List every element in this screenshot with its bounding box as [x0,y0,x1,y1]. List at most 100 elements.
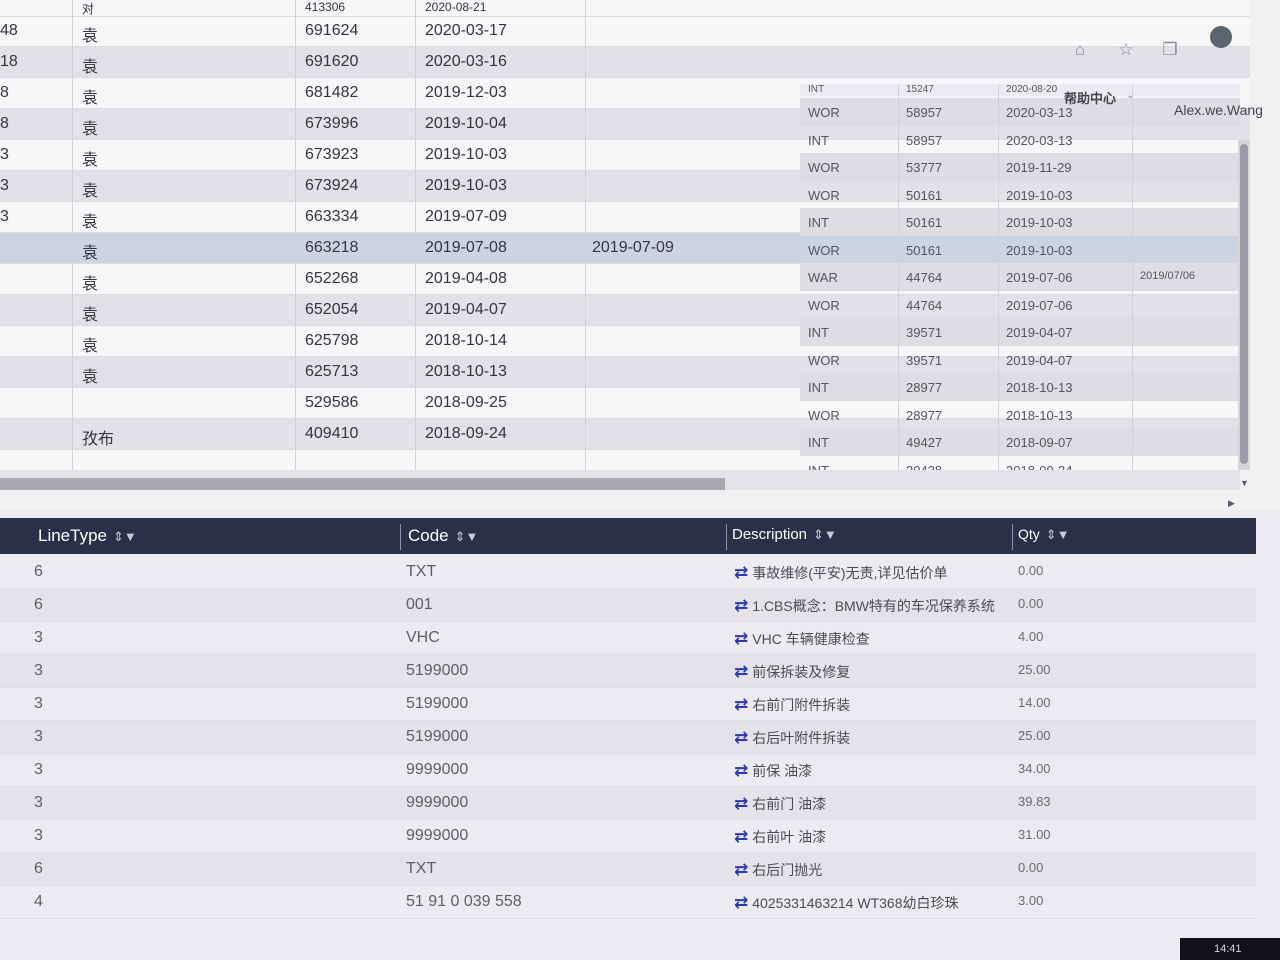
subgrid-row[interactable]: INT 39571 2019-04-07 [800,318,1240,346]
subgrid-row[interactable]: INT 58957 2020-03-13 [800,126,1240,154]
column-divider [295,0,296,470]
history-cell-num: 3 [0,146,9,163]
subgrid-row[interactable]: WOR 44764 2019-07-06 [800,291,1240,319]
history-cell-chr: 袁 [82,307,99,324]
history-row-partial[interactable]: 对 413306 2020-08-21 [0,0,1250,17]
history-cell-num: 8 [0,115,9,132]
swap-arrows-icon[interactable]: ⇄ [734,794,748,813]
column-header-qty[interactable]: Qty ⇕▼ [1018,526,1070,543]
column-header-description[interactable]: Description ⇕▼ [732,526,837,543]
subgrid-cell-d: 2019-07-06 [1006,297,1073,313]
swap-arrows-icon[interactable]: ⇄ [734,860,748,879]
subgrid-row[interactable]: INT 50161 2019-10-03 [800,208,1240,236]
line-row[interactable]: 3 9999000 ⇄ 前保 油漆 34.00 [0,754,1256,787]
vertical-scrollbar[interactable] [1238,140,1250,470]
history-cell: 413306 [305,0,346,14]
history-cell-id: 663334 [305,208,359,225]
column-header-linetype[interactable]: LineType ⇕▼ [38,526,137,546]
history-cell-date: 2019-04-07 [425,301,507,318]
history-cell-num: 48 [0,22,18,39]
line-type-cell: 6 [34,596,43,613]
history-subgrid: INT 15247 2020-08-20 WOR 58957 2020-03-13 I… [800,84,1240,484]
history-cell-id: 625713 [305,363,359,380]
subgrid-row[interactable]: WOR 39571 2019-04-07 [800,346,1240,374]
subgrid-row[interactable]: WOR 53777 2019-11-29 [800,153,1240,181]
subgrid-row[interactable]: WOR 50161 2019-10-03 [800,181,1240,209]
history-cell-chr: 袁 [82,245,99,262]
swap-arrows-icon[interactable]: ⇄ [734,563,748,582]
subgrid-cell-x: 2019/07/06 [1140,270,1196,282]
column-divider [415,0,416,470]
history-cell-date: 2019-10-03 [425,177,507,194]
chevron-down-icon[interactable]: ⌄ [1126,90,1134,101]
copy-icon[interactable]: ❐ [1160,40,1180,60]
swap-arrows-icon[interactable]: ⇄ [734,596,748,615]
description-cell: ⇄ 右后门抛光 [734,860,822,880]
line-row[interactable]: 6 TXT ⇄ 事故维修(平安)无责,详见估价单 0.00 [0,556,1256,589]
line-type-cell: 3 [34,827,43,844]
sort-filter-icon[interactable]: ⇕▼ [1046,527,1070,542]
description-cell: ⇄ 右前门附件拆装 [734,695,850,715]
subgrid-row[interactable]: WOR 50161 2019-10-03 [800,236,1240,264]
sort-filter-icon[interactable]: ⇕▼ [813,527,837,542]
code-cell: TXT [406,563,437,580]
history-cell-date: 2020-03-16 [425,53,507,70]
history-cell-id: 673996 [305,115,359,132]
history-cell-date: 2019-07-08 [425,239,507,256]
line-row[interactable]: 3 9999000 ⇄ 右前门 油漆 39.83 [0,787,1256,820]
history-cell-chr: 袁 [82,338,99,355]
line-type-cell: 3 [34,794,43,811]
home-settings-icon[interactable]: ⌂ [1070,40,1090,60]
history-panel: 对 413306 2020-08-21 48 袁 691624 2020-03-17 1… [0,0,1280,510]
scrollbar-thumb[interactable] [0,478,725,490]
description-text: 4025331463214 WT368幼白珍珠 [752,895,959,911]
scroll-down-icon[interactable]: ▼ [1240,478,1249,488]
sort-filter-icon[interactable]: ⇕▼ [113,529,137,544]
subgrid-row[interactable]: INT 28977 2018-10-13 [800,373,1240,401]
column-header-code[interactable]: Code ⇕▼ [408,526,478,546]
user-avatar-icon[interactable] [1210,26,1232,48]
history-cell-num: 3 [0,177,9,194]
swap-arrows-icon[interactable]: ⇄ [734,761,748,780]
help-center-link[interactable]: 帮助中心 [1064,88,1116,107]
subgrid-cell-type: INT [808,215,829,230]
history-cell-id: 652268 [305,270,359,287]
description-cell: ⇄ VHC 车辆健康检查 [734,629,870,649]
history-cell-id: 691624 [305,22,359,39]
subgrid-cell-n: 50161 [906,187,943,203]
scroll-right-icon[interactable]: ▶ [1228,498,1235,509]
swap-arrows-icon[interactable]: ⇄ [734,695,748,714]
swap-arrows-icon[interactable]: ⇄ [734,629,748,648]
history-cell-chr: 袁 [82,214,99,231]
swap-arrows-icon[interactable]: ⇄ [734,662,748,681]
line-row[interactable]: 3 9999000 ⇄ 右前叶 油漆 31.00 [0,820,1256,853]
line-row[interactable]: 3 VHC ⇄ VHC 车辆健康检查 4.00 [0,622,1256,655]
swap-arrows-icon[interactable]: ⇄ [734,827,748,846]
history-cell-id: 673923 [305,146,359,163]
user-name[interactable]: Alex.we.Wang [1174,102,1263,118]
subgrid-cell-d: 2019-10-03 [1006,187,1073,203]
line-row[interactable]: 6 001 ⇄ 1.CBS概念：BMW特有的车况保养系统 0.00 [0,589,1256,622]
subgrid-cell-n: 44764 [906,270,943,285]
column-divider [726,524,727,550]
subgrid-row[interactable]: WAR 44764 2019-07-06 2019/07/06 [800,263,1240,291]
swap-arrows-icon[interactable]: ⇄ [734,893,748,912]
line-row[interactable]: 4 51 91 0 039 558 ⇄ 4025331463214 WT368幼白珍珠… [0,886,1256,919]
swap-arrows-icon[interactable]: ⇄ [734,728,748,747]
subgrid-row[interactable]: INT 49427 2018-09-07 [800,428,1240,456]
line-row[interactable]: 3 5199000 ⇄ 右前门附件拆装 14.00 [0,688,1256,721]
history-cell-num: 8 [0,84,9,101]
header-label: Description [732,526,808,543]
scrollbar-thumb[interactable] [1240,144,1248,464]
sort-filter-icon[interactable]: ⇕▼ [455,529,479,544]
subgrid-cell-type: WOR [808,187,840,203]
horizontal-scrollbar[interactable] [0,470,1240,490]
line-row[interactable]: 3 5199000 ⇄ 右后叶附件拆装 25.00 [0,721,1256,754]
subgrid-cell-d: 2019-07-06 [1006,270,1073,285]
line-row[interactable]: 3 5199000 ⇄ 前保拆装及修复 25.00 [0,655,1256,688]
line-row[interactable]: 6 TXT ⇄ 右后门抛光 0.00 [0,853,1256,886]
history-cell-chr: 袁 [82,276,99,293]
pin-icon[interactable]: ☆ [1116,40,1136,60]
subgrid-row[interactable]: WOR 28977 2018-10-13 [800,401,1240,429]
column-divider [1012,524,1013,550]
